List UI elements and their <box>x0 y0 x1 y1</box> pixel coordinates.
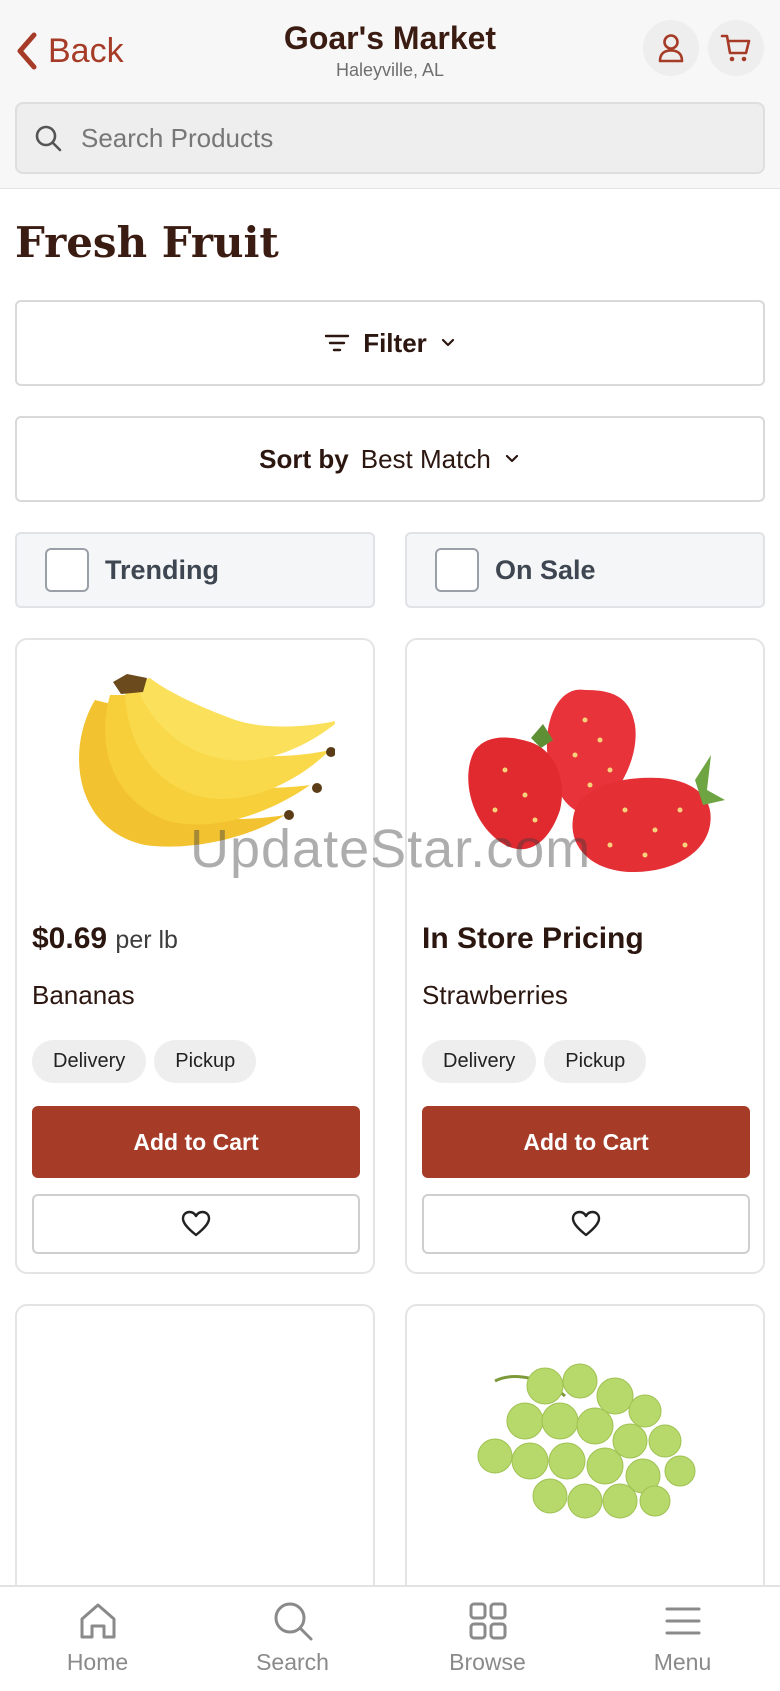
search-bar[interactable] <box>15 102 765 174</box>
fulfillment-tags: Delivery Pickup <box>32 1040 257 1083</box>
nav-browse[interactable]: Browse <box>390 1587 585 1691</box>
heart-icon <box>181 1210 211 1237</box>
cart-icon <box>720 34 751 62</box>
on-sale-checkbox[interactable]: On Sale <box>405 532 765 608</box>
price-unit: per lb <box>115 926 178 954</box>
price-line: $0.69 per lb <box>32 922 178 956</box>
chevron-down-icon <box>505 454 518 463</box>
sort-dropdown[interactable]: Sort by Best Match <box>15 416 765 502</box>
delivery-tag: Delivery <box>422 1040 537 1083</box>
grapes-image[interactable] <box>407 1316 763 1556</box>
checkbox-square[interactable] <box>45 548 89 592</box>
grid-icon <box>469 1602 506 1640</box>
nav-search[interactable]: Search <box>195 1587 390 1691</box>
pickup-tag: Pickup <box>154 1040 257 1083</box>
trending-checkbox[interactable]: Trending <box>15 532 375 608</box>
account-button[interactable] <box>643 20 699 76</box>
sort-label: Sort by <box>259 443 349 474</box>
price-line: In Store Pricing <box>422 922 644 956</box>
page-title: Fresh Fruit <box>15 218 279 267</box>
filter-icon <box>325 334 350 352</box>
favorite-button[interactable] <box>422 1194 750 1254</box>
bottom-nav: Home Search Browse Menu <box>0 1585 780 1691</box>
nav-home[interactable]: Home <box>0 1587 195 1691</box>
nav-home-label: Home <box>66 1649 129 1675</box>
heart-icon <box>571 1210 601 1237</box>
add-to-cart-button[interactable]: Add to Cart <box>32 1106 360 1178</box>
product-name[interactable]: Bananas <box>32 980 135 1011</box>
chevron-down-icon <box>441 338 454 347</box>
header: Back Goar's Market Haleyville, AL <box>0 0 780 189</box>
banana-image[interactable] <box>17 640 373 900</box>
menu-icon <box>665 1607 700 1635</box>
nav-browse-label: Browse <box>449 1649 526 1675</box>
search-input[interactable] <box>81 122 721 154</box>
filter-button[interactable]: Filter <box>15 300 765 386</box>
nav-search-label: Search <box>256 1649 329 1675</box>
strawberry-image[interactable] <box>407 640 763 900</box>
add-to-cart-button[interactable]: Add to Cart <box>422 1106 750 1178</box>
pickup-tag: Pickup <box>544 1040 647 1083</box>
trending-label: Trending <box>105 554 219 585</box>
on-sale-label: On Sale <box>495 554 596 585</box>
filter-label: Filter <box>363 327 427 358</box>
product-card-strawberries[interactable]: In Store Pricing Strawberries Delivery P… <box>405 638 765 1274</box>
app-root: Back Goar's Market Haleyville, AL Search… <box>0 0 780 1691</box>
delivery-tag: Delivery <box>32 1040 147 1083</box>
user-icon <box>658 34 684 63</box>
favorite-button[interactable] <box>32 1194 360 1254</box>
price: $0.69 <box>32 922 108 955</box>
search-icon <box>274 1602 312 1641</box>
cart-button[interactable] <box>708 20 764 76</box>
sort-value: Best Match <box>360 443 491 474</box>
product-card-bananas[interactable]: $0.69 per lb Bananas Delivery Pickup Add… <box>15 638 375 1274</box>
product-name[interactable]: Strawberries <box>422 980 568 1011</box>
search-icon <box>35 125 62 152</box>
nav-menu[interactable]: Menu <box>585 1587 780 1691</box>
fulfillment-tags: Delivery Pickup <box>422 1040 647 1083</box>
nav-menu-label: Menu <box>653 1649 712 1675</box>
checkbox-square[interactable] <box>435 548 479 592</box>
price: In Store Pricing <box>422 922 644 955</box>
home-icon <box>80 1603 115 1639</box>
